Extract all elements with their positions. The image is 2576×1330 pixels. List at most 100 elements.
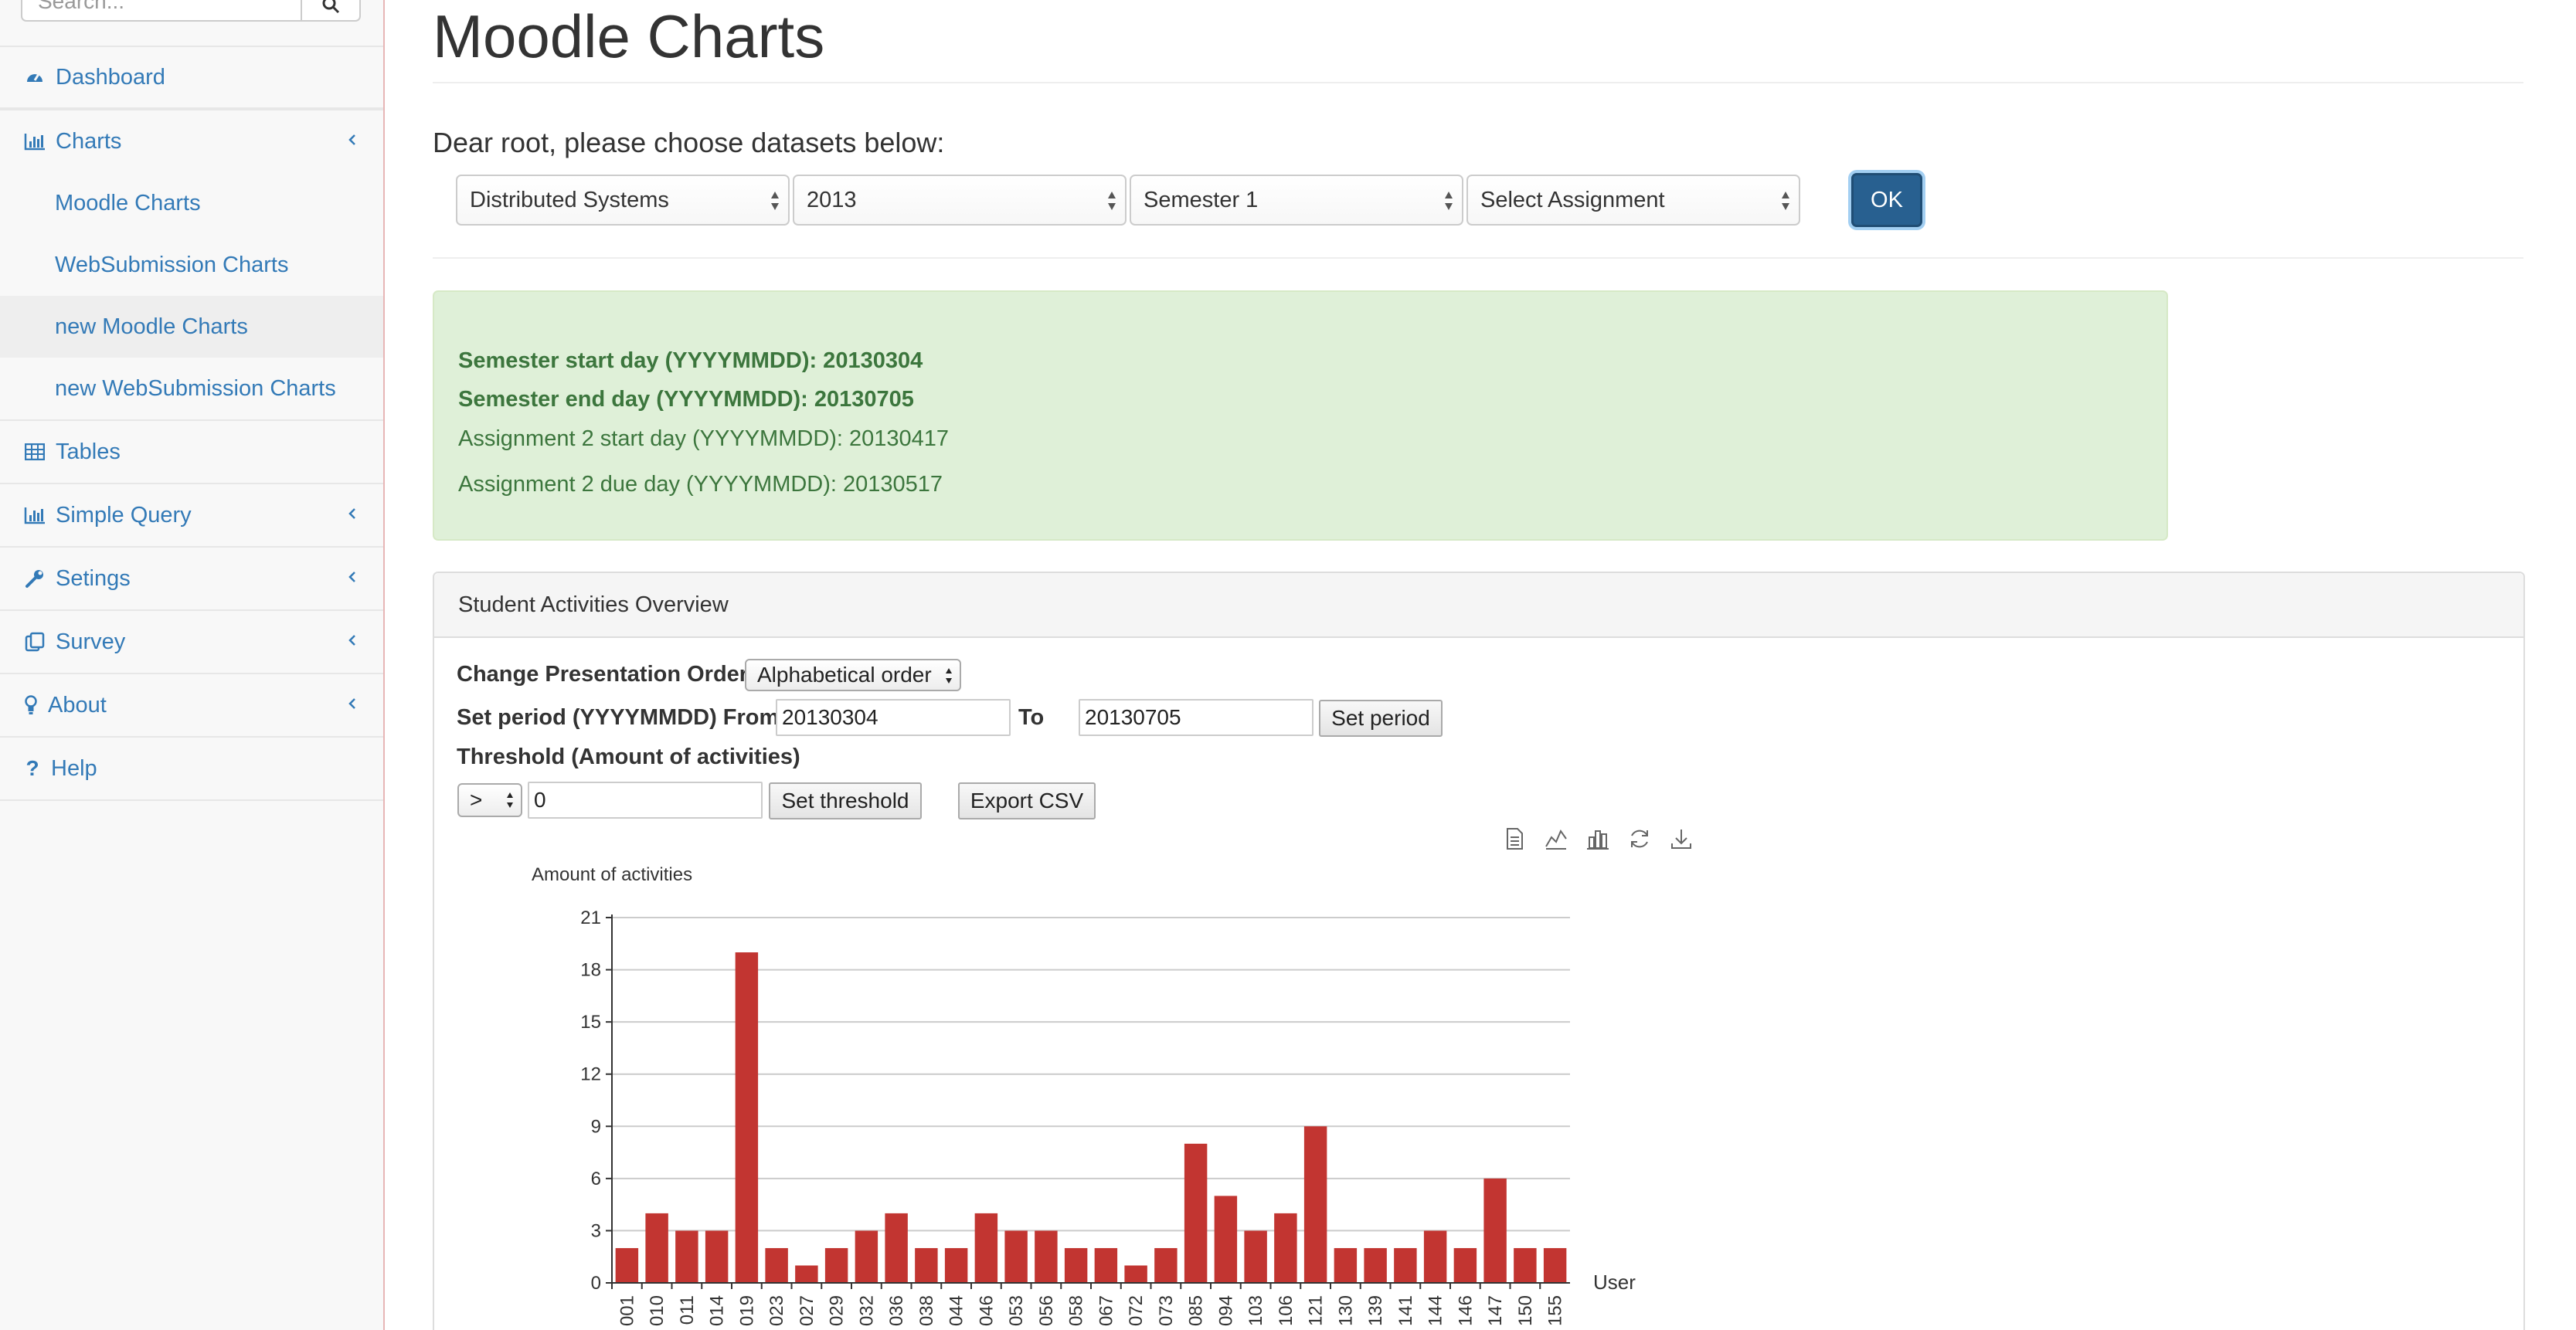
order-select[interactable]: Alphabetical order — [745, 659, 961, 691]
semester-start-text: Semester start day (YYYYMMDD): 20130304 — [458, 348, 923, 373]
export-csv-button[interactable]: Export CSV — [958, 782, 1096, 819]
bar — [824, 1247, 848, 1283]
bar — [1035, 1230, 1058, 1283]
x-tick-label: 085 — [1186, 1295, 1207, 1326]
sidebar-item-tables[interactable]: Tables — [0, 421, 383, 484]
x-tick-label: 147 — [1485, 1295, 1506, 1326]
x-tick-label: 014 — [707, 1295, 728, 1326]
bar — [1244, 1230, 1267, 1283]
restore-icon[interactable] — [1627, 826, 1652, 851]
course-select[interactable]: Distributed Systems — [456, 175, 790, 226]
select-arrows-icon — [1108, 192, 1116, 210]
x-tick-label: 144 — [1426, 1295, 1446, 1326]
chart-svg: Amount of activities User 03691215182100… — [532, 864, 1636, 1326]
sidebar-item-charts[interactable]: Charts — [0, 109, 383, 172]
select-arrows-icon — [946, 668, 952, 684]
bar — [645, 1213, 668, 1283]
x-tick-label: 141 — [1395, 1295, 1416, 1326]
bar — [1124, 1265, 1147, 1283]
activities-chart: Amount of activities User 0 3 6 9 12 15 18 21 00… — [433, 857, 1669, 1330]
dataset-selects: Distributed Systems 2013 Semester 1 Sele… — [456, 175, 1800, 226]
x-tick-label: 046 — [976, 1295, 997, 1326]
download-icon[interactable] — [1669, 826, 1694, 851]
sidebar-item-label: Setings — [56, 565, 131, 591]
x-tick-label: 150 — [1515, 1295, 1536, 1326]
threshold-input[interactable]: 0 — [528, 782, 763, 819]
x-tick-label: 121 — [1306, 1295, 1327, 1326]
x-tick-label: 044 — [946, 1295, 967, 1326]
set-period-button[interactable]: Set period — [1319, 700, 1443, 737]
x-tick-label: 027 — [797, 1295, 817, 1326]
assignment-select[interactable]: Select Assignment — [1466, 175, 1800, 226]
threshold-operator-select[interactable]: > — [457, 783, 522, 817]
bar — [795, 1265, 818, 1283]
data-view-icon[interactable] — [1502, 826, 1527, 851]
bar — [1364, 1247, 1387, 1283]
x-tick-label: 139 — [1365, 1295, 1386, 1326]
sidebar-subitem-websubmission-charts[interactable]: WebSubmission Charts — [0, 234, 383, 296]
assignment-due-text: Assignment 2 due day (YYYYMMDD): 2013051… — [458, 472, 943, 497]
chevron-left-icon — [348, 134, 355, 145]
sidebar-item-setings[interactable]: Setings — [0, 548, 383, 611]
year-select[interactable]: 2013 — [793, 175, 1127, 226]
dataset-info-alert: Semester start day (YYYYMMDD): 20130304 … — [433, 290, 2168, 541]
sidebar-item-about[interactable]: About — [0, 674, 383, 738]
select-value: Select Assignment — [1480, 187, 1665, 212]
bar — [615, 1247, 639, 1283]
sidebar-item-help[interactable]: ? Help — [0, 738, 383, 801]
bar — [1184, 1143, 1208, 1283]
bar — [1394, 1247, 1417, 1283]
y-tick-label: 6 — [591, 1169, 601, 1189]
sidebar: Search... Dashboard Charts Moodle Charts… — [0, 0, 385, 1330]
bar — [855, 1230, 878, 1283]
period-label: Set period (YYYYMMDD) From — [457, 705, 780, 730]
bar-chart-icon[interactable] — [1585, 826, 1610, 851]
search-input[interactable]: Search... — [21, 0, 302, 22]
chevron-left-icon — [348, 635, 355, 646]
select-value: 2013 — [807, 187, 857, 212]
x-tick-label: 146 — [1455, 1295, 1476, 1326]
y-tick-label: 0 — [591, 1273, 601, 1294]
chevron-left-icon — [348, 572, 355, 582]
threshold-label: Threshold (Amount of activities) — [457, 745, 800, 769]
sidebar-item-simple-query[interactable]: Simple Query — [0, 484, 383, 548]
period-to-input[interactable]: 20130705 — [1079, 699, 1313, 736]
sidebar-subitem-new-websubmission-charts[interactable]: new WebSubmission Charts — [0, 358, 383, 419]
select-value: Distributed Systems — [470, 187, 669, 212]
x-tick-label: 130 — [1335, 1295, 1356, 1326]
bar — [1064, 1247, 1088, 1283]
x-tick-label: 094 — [1215, 1295, 1236, 1326]
x-tick-label: 038 — [916, 1295, 937, 1326]
sidebar-item-survey[interactable]: Survey — [0, 611, 383, 674]
sidebar-item-label: Help — [51, 755, 97, 781]
divider — [433, 257, 2523, 259]
bar — [1214, 1196, 1238, 1283]
question-icon: ? — [25, 756, 39, 780]
y-tick-label: 3 — [591, 1220, 601, 1241]
x-tick-label: 067 — [1096, 1295, 1116, 1326]
semester-select[interactable]: Semester 1 — [1130, 175, 1463, 226]
order-label: Change Presentation Order — [457, 662, 749, 687]
ok-button[interactable]: OK — [1851, 173, 1922, 227]
sidebar-subitem-new-moodle-charts[interactable]: new Moodle Charts — [0, 296, 383, 358]
select-value: > — [470, 788, 483, 812]
select-value: Alphabetical order — [757, 663, 932, 687]
bar — [1094, 1247, 1118, 1283]
set-threshold-button[interactable]: Set threshold — [769, 782, 922, 819]
select-arrows-icon — [507, 792, 513, 808]
line-chart-icon[interactable] — [1544, 826, 1568, 851]
bar — [675, 1230, 698, 1283]
search-icon — [322, 0, 340, 14]
sidebar-item-label: About — [48, 692, 107, 718]
sidebar-item-label: Simple Query — [56, 502, 192, 528]
bar — [944, 1247, 968, 1283]
x-tick-label: 155 — [1545, 1295, 1566, 1326]
select-arrows-icon — [771, 192, 779, 210]
bar — [974, 1213, 998, 1283]
period-from-input[interactable]: 20130304 — [776, 699, 1011, 736]
select-arrows-icon — [1782, 192, 1789, 210]
sidebar-subitem-moodle-charts[interactable]: Moodle Charts — [0, 172, 383, 234]
sidebar-item-dashboard[interactable]: Dashboard — [0, 46, 383, 109]
period-to-label: To — [1018, 705, 1045, 730]
search-button[interactable] — [302, 0, 361, 22]
